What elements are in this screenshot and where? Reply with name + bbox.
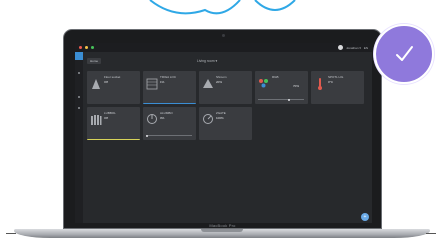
thermometer-icon [318,78,322,90]
tile-alumbo[interactable]: ALUMBO 0% [143,107,196,140]
tile-name: SPOTL LIG [328,75,344,79]
radiator-icon [91,115,102,125]
tile-value: 100% [216,116,224,120]
tile-accent-bar [87,138,140,140]
top-bar: Jonathan ▾ EN [75,43,372,52]
tile-floor-socket[interactable]: Floor socket Off [87,71,140,104]
tile-value: 0°C [328,80,334,84]
decorative-arcs [149,0,296,15]
color-dots-icon [259,79,268,88]
back-button[interactable]: Home [87,57,102,64]
sidebar-item-home[interactable] [75,52,83,60]
tile-triga-loc[interactable]: TRIGA LOC 1% [143,71,196,104]
tile-spotl-lig[interactable]: SPOTL LIG 0°C [311,71,364,104]
sidebar-item-dot-1[interactable] [78,72,80,74]
tile-slider-thumb[interactable] [146,134,148,137]
tile-zgate[interactable]: ZGATE 100% [199,107,252,140]
user-name: Jonathan ▾ [346,45,361,50]
laptop-notch [201,229,243,232]
tile-value: 1% [160,80,165,84]
sidebar-item-dot-3[interactable] [78,107,80,109]
shutter-icon [146,78,158,90]
tile-value: Off [104,80,108,84]
plug-icon [92,79,100,89]
page-title[interactable]: Living room ▾ [197,59,217,63]
tile-name: Shroom [216,75,227,79]
maximize-dot[interactable] [91,46,94,49]
tile-lubbol[interactable]: LUBBOL Off [87,107,140,140]
tile-shroom[interactable]: Shroom 20% [199,71,252,104]
tile-value: 0% [160,116,165,120]
tile-value: 70% [293,84,300,88]
checkmark-badge [374,24,434,84]
page-header: Home Living room ▾ [87,56,369,65]
divider-right [426,233,436,234]
dimmer-icon [203,114,213,124]
tile-slider-track[interactable] [146,135,192,136]
sidebar-item-dot-2[interactable] [78,96,80,98]
dimmer-icon [147,114,157,124]
tile-value: Off [104,116,108,120]
tile-slider-thumb[interactable] [288,98,290,101]
tile-name: Floor socket [104,75,121,79]
divider-left [6,233,16,234]
lamp-icon [203,79,213,88]
checkmark-icon [396,46,413,61]
tile-slider-track[interactable] [258,99,304,100]
tile-rgb[interactable]: RGB 70% [255,71,308,104]
language-label[interactable]: EN [364,46,368,50]
tile-name: ZGATE [216,111,226,115]
camera-icon [222,34,225,37]
close-dot[interactable] [79,46,82,49]
tile-name: LUBBOL [104,111,116,115]
model-label: MacBook Pro [209,222,236,228]
tile-name: TRIGA LOC [160,75,177,79]
minimize-dot[interactable] [85,46,88,49]
tile-name: ALUMBO [160,111,173,115]
tile-name: RGB [272,75,279,79]
user-menu[interactable]: Jonathan ▾ EN [338,45,368,50]
sidebar [75,52,83,223]
laptop-lid: Jonathan ▾ EN Home Living room ▾ Floor s… [63,29,382,229]
avatar [338,45,344,50]
app-screen: Jonathan ▾ EN Home Living room ▾ Floor s… [75,43,372,223]
tile-accent-bar [143,102,196,104]
tile-value: 20% [216,80,223,84]
